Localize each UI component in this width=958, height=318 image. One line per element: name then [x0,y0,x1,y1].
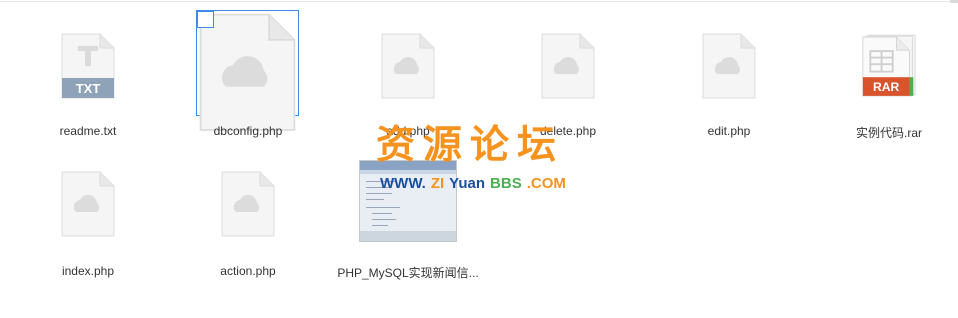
select-checkbox[interactable] [197,11,214,28]
top-border [0,0,958,3]
file-tile-rar[interactable]: RAR [839,14,939,118]
php-file-icon [702,33,756,99]
php-file-icon [541,33,595,99]
file-tile-add[interactable] [358,14,458,118]
thumbnail-line [366,193,392,194]
file-name-rar: 实例代码.rar [855,126,922,140]
php-file-icon [199,13,296,131]
svg-text:TXT: TXT [76,81,101,96]
top-divider [0,1,958,2]
php-file-icon [381,33,435,99]
file-tile-readme[interactable]: TXT [38,14,138,118]
watermark-url-com: .COM [526,175,566,192]
thumbnail-line [366,207,400,208]
thumbnail-line [372,213,392,214]
watermark-url: WWW. ZI Yuan BBS .COM [380,175,571,193]
thumbnail-statusbar [360,231,456,241]
svg-text:RAR: RAR [873,80,900,94]
file-tile-action[interactable] [198,152,298,256]
image-thumbnail[interactable] [359,160,457,242]
thumbnail-toolbar [360,170,456,174]
scrollbar-thumb[interactable] [950,0,958,3]
file-tile-dbconfig[interactable] [196,10,299,131]
watermark-url-yuan: Yuan [449,175,486,192]
txt-file-icon: TXT [61,33,115,99]
file-tile-delete[interactable] [518,14,618,118]
php-file-icon [221,171,275,237]
watermark-url-bbs: BBS [490,175,522,192]
file-name-image: PHP_MySQL实现新闻信... [337,266,479,280]
watermark-url-www: WWW. [380,175,426,192]
watermark-logo-text: 资源论坛 [376,123,565,168]
thumbnail-line [372,225,388,226]
rar-archive-icon: RAR [862,34,916,97]
thumbnail-line [366,199,384,200]
watermark-url-zi: ZI [430,175,445,192]
file-tile-edit[interactable] [679,14,779,118]
php-file-icon [61,171,115,237]
file-tile-index[interactable] [38,152,138,256]
thumbnail-line [372,219,396,220]
